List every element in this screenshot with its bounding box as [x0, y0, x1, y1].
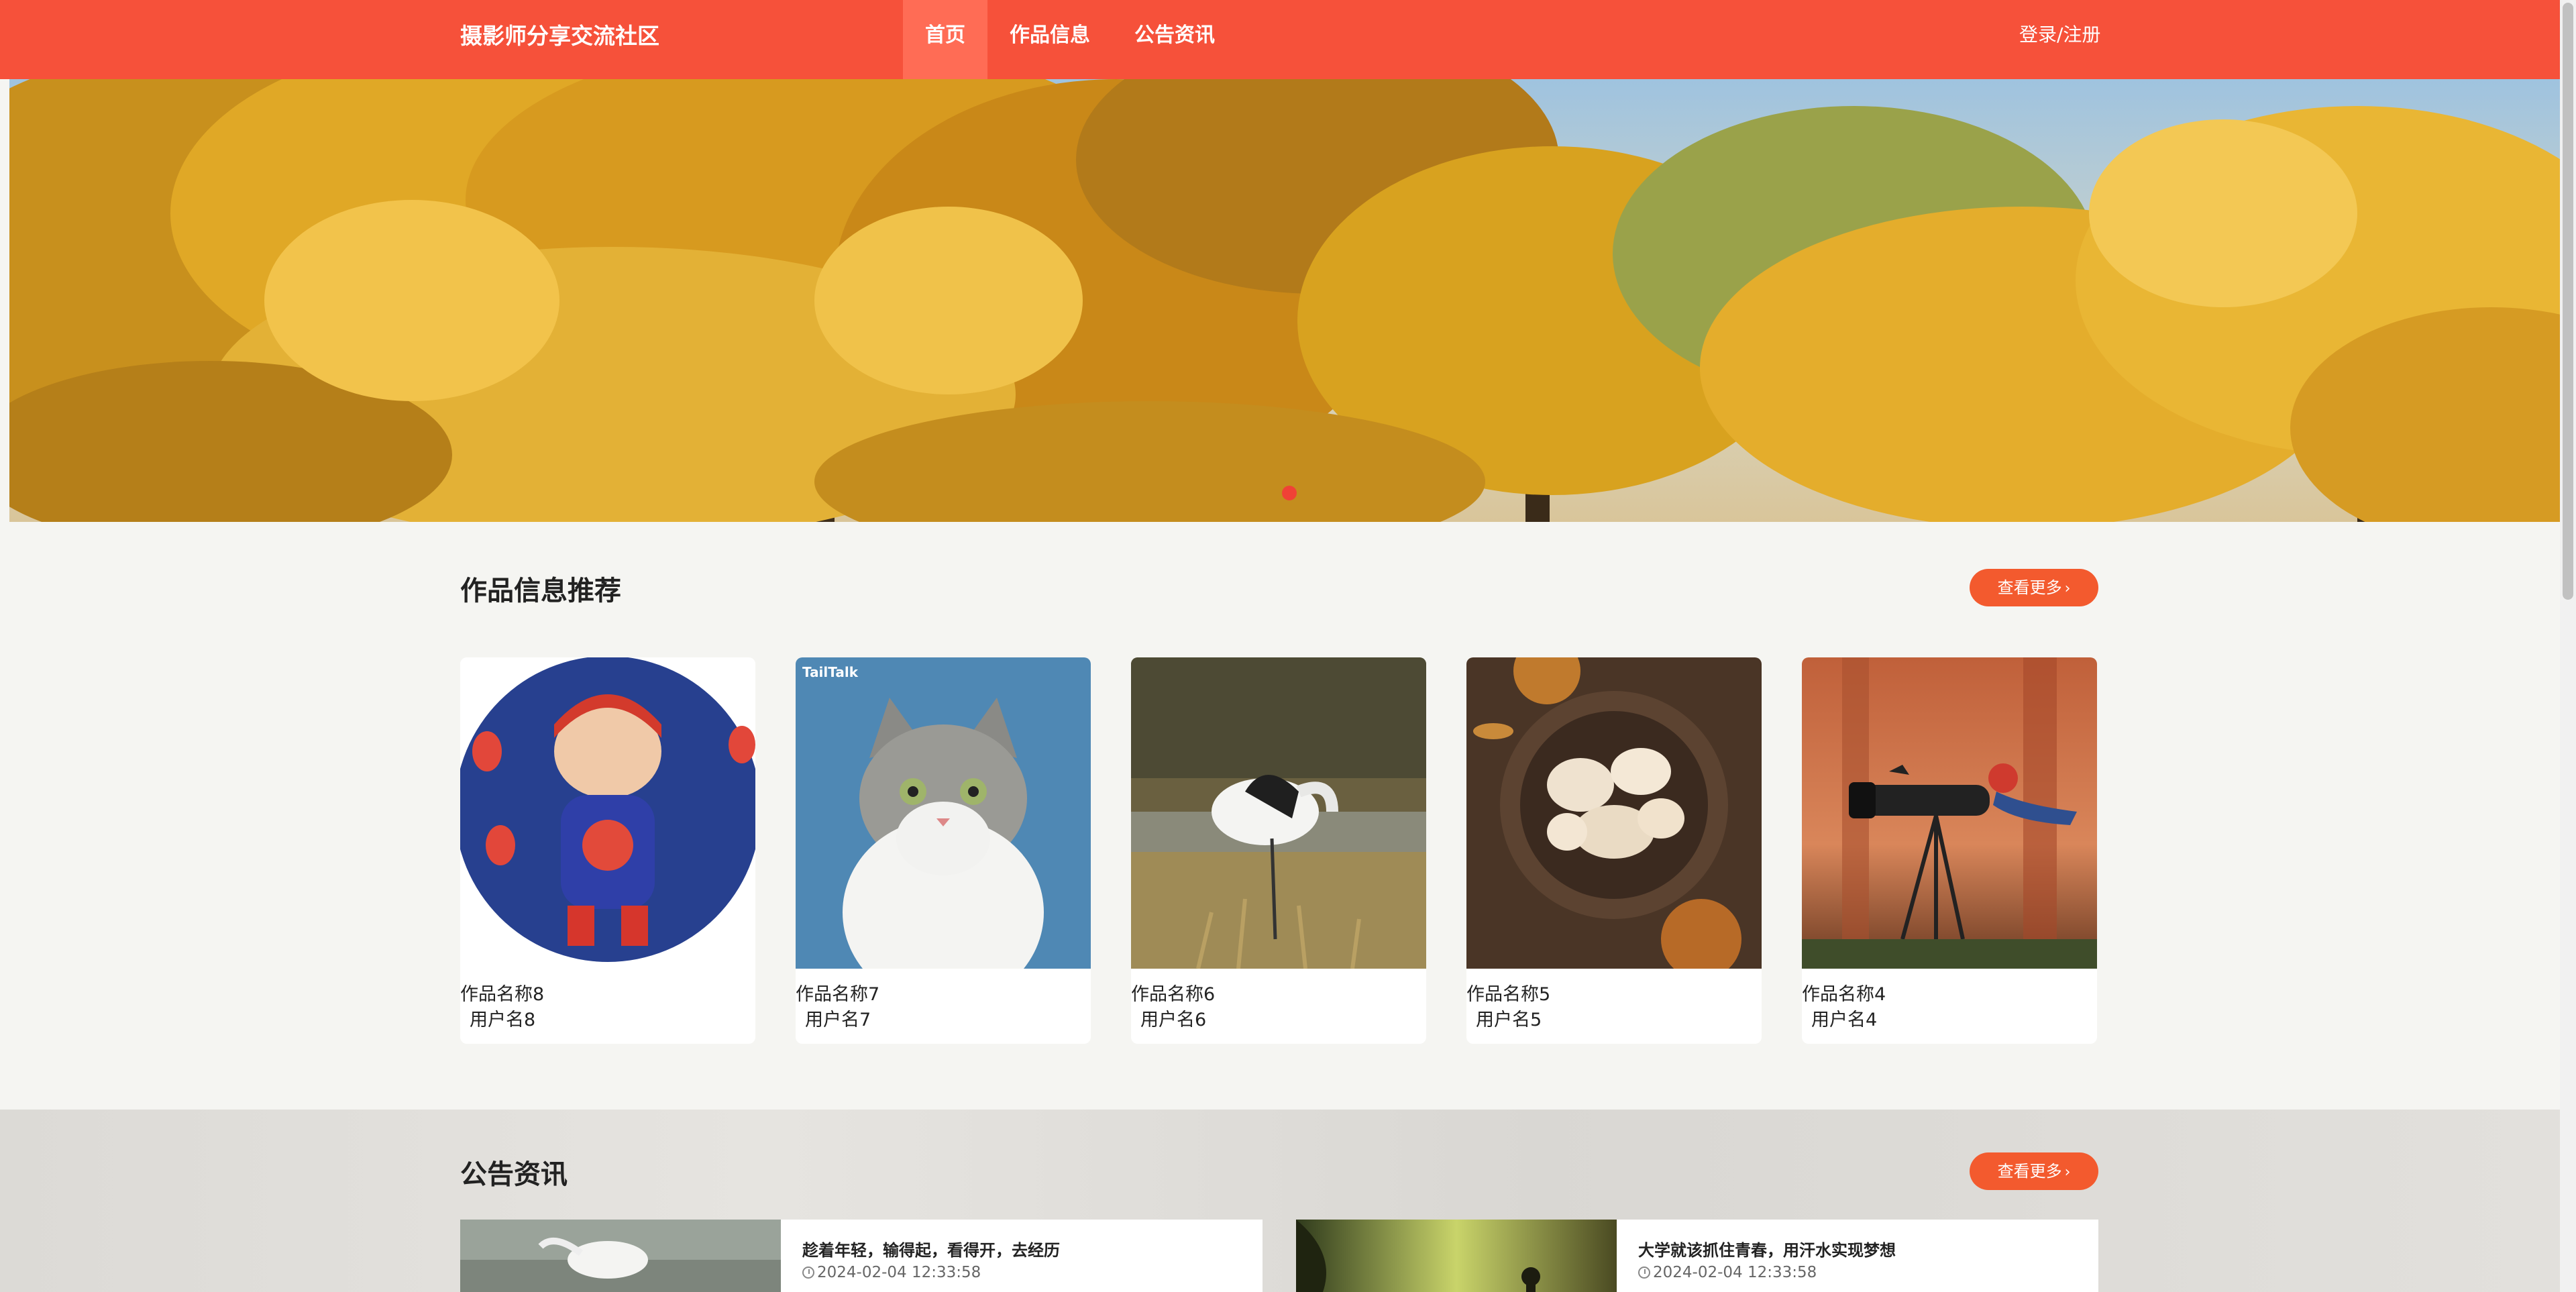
- news-title: 大学就该抓住青春，用汗水实现梦想: [1638, 1241, 1896, 1260]
- nav-works[interactable]: 作品信息: [987, 0, 1112, 79]
- work-image: [1131, 657, 1426, 969]
- news-more-button[interactable]: 查看更多 ›: [1970, 1152, 2098, 1190]
- clock-icon: [802, 1267, 814, 1279]
- chevron-right-icon: ›: [2064, 580, 2071, 597]
- work-author: 用户名8: [470, 1010, 536, 1030]
- work-title: 作品名称4: [1802, 984, 1886, 1005]
- news-time-text: 2024-02-04 12:33:58: [1653, 1264, 1817, 1281]
- page-scrollbar[interactable]: [2560, 0, 2576, 1292]
- chevron-right-icon: ›: [2064, 1164, 2071, 1181]
- work-author: 用户名6: [1140, 1010, 1207, 1030]
- carousel-indicator-dot[interactable]: [1282, 486, 1297, 500]
- news-section-background: [0, 1110, 2560, 1292]
- clock-icon: [1638, 1267, 1650, 1279]
- work-author: 用户名5: [1476, 1010, 1542, 1030]
- work-author: 用户名4: [1811, 1010, 1878, 1030]
- work-title: 作品名称5: [1466, 984, 1551, 1005]
- work-author: 用户名7: [805, 1010, 871, 1030]
- works-section-title: 作品信息推荐: [460, 576, 621, 606]
- work-card[interactable]: 作品名称6 用户名6: [1131, 657, 1426, 1044]
- work-card[interactable]: TailTalk 作品名称7 用户名7: [796, 657, 1091, 1044]
- news-section-title: 公告资讯: [460, 1159, 568, 1190]
- login-register-link[interactable]: 登录/注册: [2019, 21, 2100, 48]
- banner-image: [9, 79, 2560, 522]
- work-card[interactable]: 作品名称4 用户名4: [1802, 657, 2097, 1044]
- work-image: [460, 657, 755, 969]
- banner-carousel[interactable]: [9, 79, 2560, 522]
- news-timestamp: 2024-02-04 12:33:58: [802, 1264, 981, 1281]
- work-card[interactable]: 作品名称8 用户名8: [460, 657, 755, 1044]
- main-nav: 首页 作品信息 公告资讯: [903, 0, 1237, 79]
- top-navbar: 摄影师分享交流社区 首页 作品信息 公告资讯 登录/注册: [0, 0, 2560, 79]
- works-card-list: 作品名称8 用户名8 TailTalk 作品名称7 用户名7 作品名称6 用户名…: [460, 657, 2098, 1044]
- works-more-label: 查看更多: [1997, 578, 2062, 597]
- work-title: 作品名称7: [796, 984, 880, 1005]
- site-title[interactable]: 摄影师分享交流社区: [460, 20, 659, 52]
- work-title: 作品名称8: [460, 984, 545, 1005]
- work-image: [1466, 657, 1762, 969]
- news-image: [1296, 1220, 1617, 1292]
- news-title: 趁着年轻，输得起，看得开，去经历: [802, 1241, 1060, 1260]
- scrollbar-thumb[interactable]: [2563, 3, 2573, 600]
- work-title: 作品名称6: [1131, 984, 1216, 1005]
- news-more-label: 查看更多: [1997, 1162, 2062, 1181]
- work-card[interactable]: 作品名称5 用户名5: [1466, 657, 1762, 1044]
- work-image: [796, 657, 1091, 969]
- watermark-text: TailTalk: [802, 664, 858, 680]
- news-time-text: 2024-02-04 12:33:58: [817, 1264, 981, 1281]
- news-timestamp: 2024-02-04 12:33:58: [1638, 1264, 1817, 1281]
- news-card[interactable]: 大学就该抓住青春，用汗水实现梦想 2024-02-04 12:33:58: [1296, 1220, 2098, 1292]
- news-image: [460, 1220, 781, 1292]
- nav-news[interactable]: 公告资讯: [1112, 0, 1237, 79]
- news-card[interactable]: 趁着年轻，输得起，看得开，去经历 2024-02-04 12:33:58: [460, 1220, 1263, 1292]
- work-image: [1802, 657, 2097, 969]
- nav-home[interactable]: 首页: [903, 0, 987, 79]
- works-more-button[interactable]: 查看更多 ›: [1970, 569, 2098, 606]
